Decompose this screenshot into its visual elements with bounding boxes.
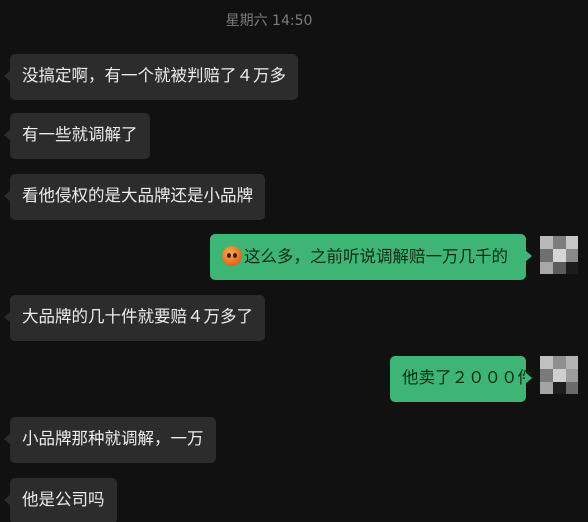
message-text: 他是公司吗 (22, 490, 105, 509)
message-text: 有一些就调解了 (22, 125, 138, 144)
avatar[interactable] (540, 356, 578, 394)
message-incoming[interactable]: 大品牌的几十件就要赔４万多了 (4, 295, 265, 341)
message-outgoing[interactable]: 他卖了２０００件 (390, 356, 534, 402)
face-emoji-icon (222, 246, 242, 266)
message-text: 小品牌那种就调解，一万 (22, 429, 204, 448)
avatar[interactable] (540, 236, 578, 274)
message-text: 这么多，之前听说调解赔一万几千的 (244, 247, 508, 266)
message-text: 看他侵权的是大品牌还是小品牌 (22, 186, 253, 205)
message-text: 大品牌的几十件就要赔４万多了 (22, 307, 253, 326)
chat-timestamp: 星期六 14:50 (225, 13, 313, 29)
message-incoming[interactable]: 看他侵权的是大品牌还是小品牌 (4, 174, 265, 220)
message-text: 他卖了２０００件 (402, 368, 534, 387)
message-text: 没搞定啊，有一个就被判赔了４万多 (22, 66, 286, 85)
message-incoming[interactable]: 有一些就调解了 (4, 113, 150, 159)
message-incoming[interactable]: 小品牌那种就调解，一万 (4, 417, 216, 463)
message-incoming[interactable]: 没搞定啊，有一个就被判赔了４万多 (4, 54, 298, 100)
message-outgoing[interactable]: 这么多，之前听说调解赔一万几千的 (210, 234, 532, 280)
message-incoming[interactable]: 他是公司吗 (4, 478, 117, 522)
